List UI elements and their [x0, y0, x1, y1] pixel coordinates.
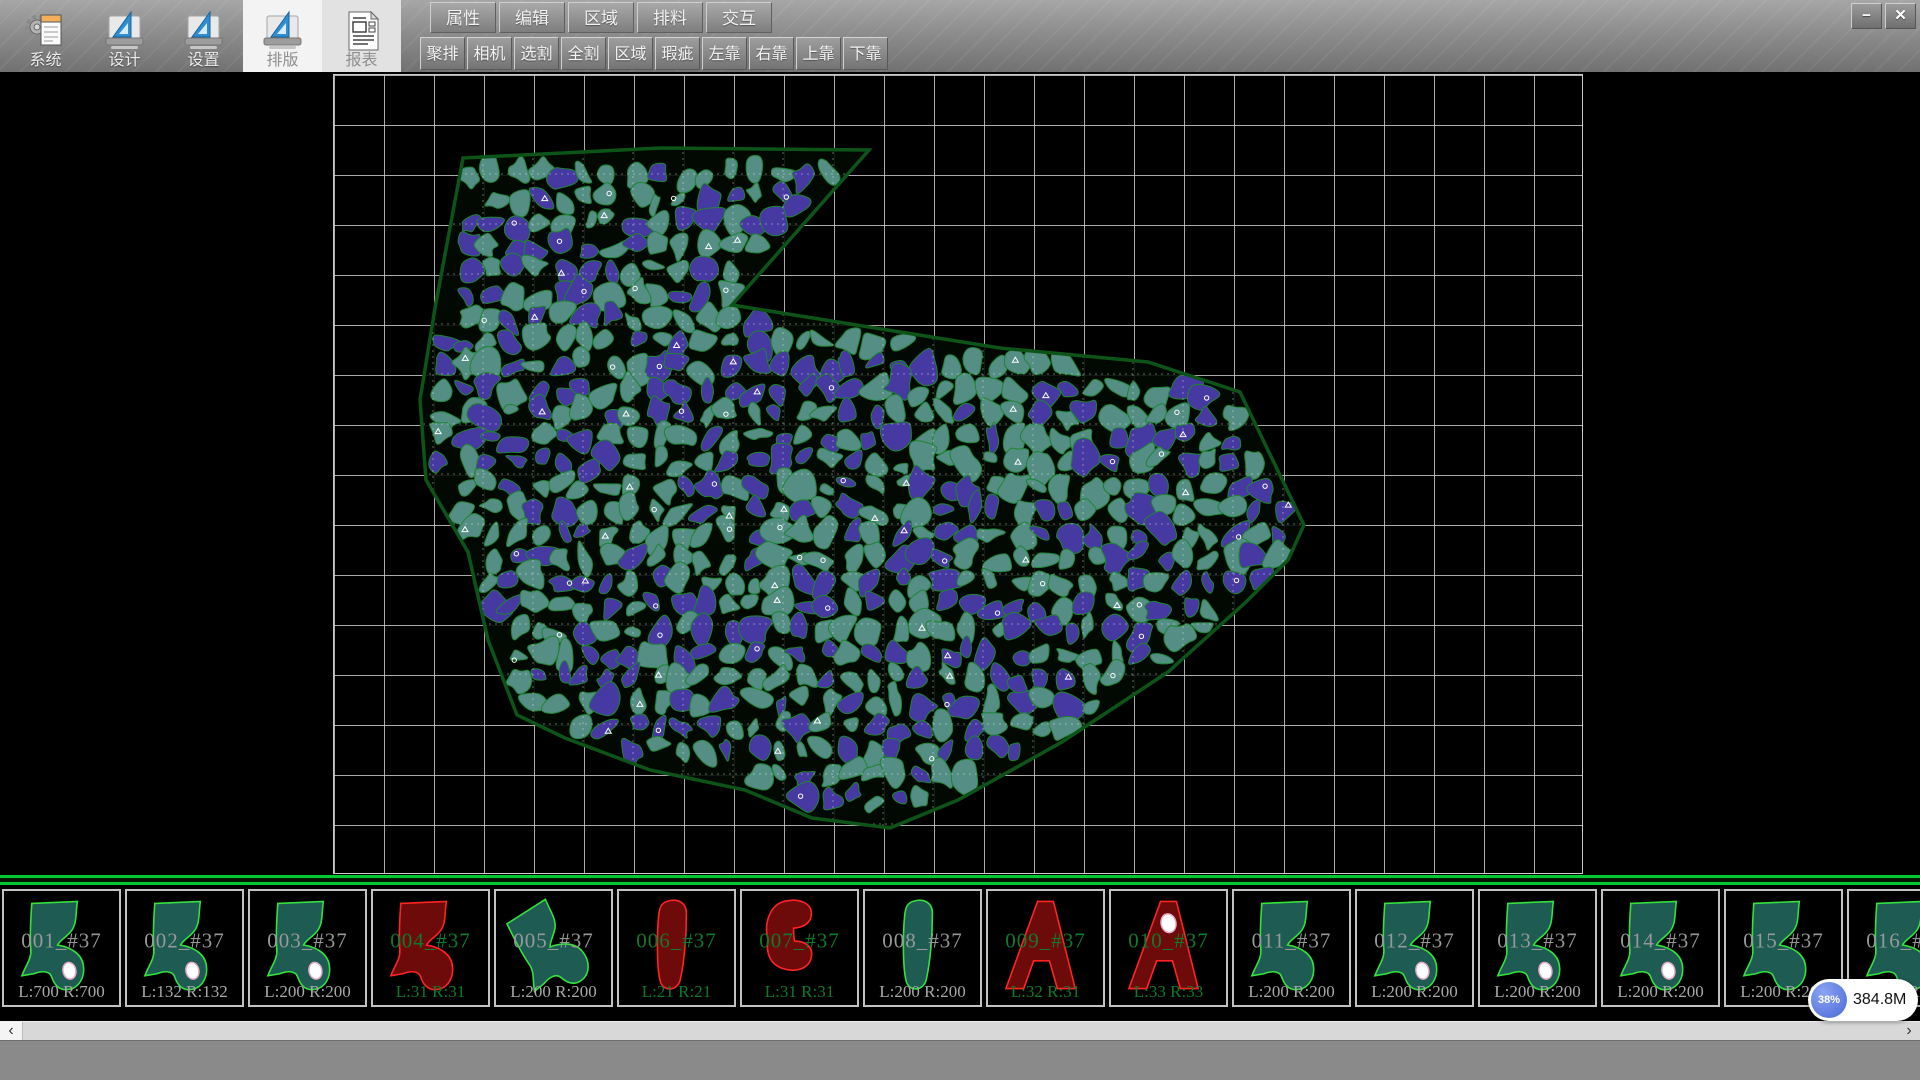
- tab-label: 排版: [266, 52, 298, 69]
- part-name: 012_#37: [1357, 929, 1472, 954]
- tab-report[interactable]: 报表: [322, 0, 401, 72]
- scroll-right-arrow-icon[interactable]: ›: [1898, 1022, 1920, 1041]
- part-lr-count: L:200 R:200: [865, 982, 980, 1002]
- menu-edit[interactable]: 编辑: [499, 2, 565, 33]
- part-lr-count: L:200 R:200: [1603, 982, 1718, 1002]
- settings-setsquare-icon: [181, 10, 227, 52]
- menu-properties[interactable]: 属性: [430, 2, 496, 33]
- part-name: 008_#37: [865, 929, 980, 954]
- strip-separator-line: [0, 882, 1920, 885]
- nesting-setsquare-icon: [260, 10, 306, 52]
- nesting-canvas[interactable]: [0, 72, 1920, 875]
- part-thumbnail[interactable]: 005_#37 L:200 R:200: [494, 889, 613, 1007]
- tab-label: 系统: [29, 52, 61, 69]
- part-lr-count: L:31 R:31: [742, 982, 857, 1002]
- part-thumbnail[interactable]: 008_#37 L:200 R:200: [863, 889, 982, 1007]
- system-gear-icon: [23, 10, 69, 52]
- part-thumbnail[interactable]: 013_#37 L:200 R:200: [1478, 889, 1597, 1007]
- part-name: 010_#37: [1111, 929, 1226, 954]
- part-name: 011_#37: [1234, 929, 1349, 954]
- part-lr-count: L:700 R:700: [4, 982, 119, 1002]
- part-lr-count: L:200 R:200: [1480, 982, 1595, 1002]
- part-name: 007_#37: [742, 929, 857, 954]
- part-thumbnail[interactable]: 007_#37 L:31 R:31: [740, 889, 859, 1007]
- tool-camera[interactable]: 相机: [467, 37, 512, 70]
- nested-hide-view[interactable]: [0, 72, 1920, 875]
- part-name: 006_#37: [619, 929, 734, 954]
- tab-nesting[interactable]: 排版: [243, 0, 322, 72]
- part-thumbnail[interactable]: 001_#37 L:700 R:700: [2, 889, 121, 1007]
- part-name: 015_#37: [1726, 929, 1841, 954]
- status-bar: [0, 1040, 1920, 1080]
- tool-cluster-nest[interactable]: 聚排: [420, 37, 465, 70]
- tool-snap-right[interactable]: 右靠: [749, 37, 794, 70]
- part-thumbnail[interactable]: 014_#37 L:200 R:200: [1601, 889, 1720, 1007]
- part-thumbnail[interactable]: 003_#37 L:200 R:200: [248, 889, 367, 1007]
- progress-badge: 38%: [1811, 982, 1847, 1018]
- tab-settings[interactable]: 设置: [164, 0, 243, 72]
- horizontal-scrollbar[interactable]: ‹ ›: [0, 1021, 1920, 1040]
- part-lr-count: L:32 R:31: [988, 982, 1103, 1002]
- close-button[interactable]: ✕: [1885, 3, 1916, 29]
- tab-label: 报表: [345, 52, 377, 69]
- tool-region[interactable]: 区域: [608, 37, 653, 70]
- application-window: 系统 设计 设置 排版 报表 属性编辑区域排料交互 聚排相机选割全割区域瑕疵左靠…: [0, 0, 1920, 1080]
- part-name: 014_#37: [1603, 929, 1718, 954]
- part-name: 001_#37: [4, 929, 119, 954]
- part-thumbnail[interactable]: 009_#37 L:32 R:31: [986, 889, 1105, 1007]
- part-lr-count: L:21 R:21: [619, 982, 734, 1002]
- part-name: 016_#37: [1849, 929, 1920, 954]
- minimize-button[interactable]: −: [1851, 3, 1882, 29]
- tab-design[interactable]: 设计: [85, 0, 164, 72]
- menu-interact[interactable]: 交互: [706, 2, 772, 33]
- part-thumbnail[interactable]: 012_#37 L:200 R:200: [1355, 889, 1474, 1007]
- part-thumbnail[interactable]: 010_#37 L:33 R:33: [1109, 889, 1228, 1007]
- part-lr-count: L:200 R:200: [1234, 982, 1349, 1002]
- menu-region[interactable]: 区域: [568, 2, 634, 33]
- part-name: 009_#37: [988, 929, 1103, 954]
- part-name: 013_#37: [1480, 929, 1595, 954]
- scroll-left-arrow-icon[interactable]: ‹: [0, 1022, 23, 1041]
- menu-bar: 属性编辑区域排料交互: [430, 2, 772, 33]
- part-name: 002_#37: [127, 929, 242, 954]
- memory-value: 384.8M: [1853, 991, 1906, 1009]
- part-name: 003_#37: [250, 929, 365, 954]
- part-lr-count: L:31 R:31: [373, 982, 488, 1002]
- tab-label: 设计: [108, 52, 140, 69]
- part-name: 004_#37: [373, 929, 488, 954]
- tab-system[interactable]: 系统: [6, 0, 85, 72]
- main-toolbar: 系统 设计 设置 排版 报表 属性编辑区域排料交互 聚排相机选割全割区域瑕疵左靠…: [0, 0, 1920, 72]
- design-setsquare-icon: [102, 10, 148, 52]
- part-lr-count: L:200 R:200: [496, 982, 611, 1002]
- tool-bar: 聚排相机选割全割区域瑕疵左靠右靠上靠下靠: [420, 37, 888, 70]
- memory-status-pill: 38% 384.8M: [1808, 979, 1918, 1021]
- part-name: 005_#37: [496, 929, 611, 954]
- part-lr-count: L:200 R:200: [250, 982, 365, 1002]
- window-controls: − ✕: [1851, 3, 1916, 29]
- part-thumbnail[interactable]: 004_#37 L:31 R:31: [371, 889, 490, 1007]
- tool-snap-top[interactable]: 上靠: [796, 37, 841, 70]
- part-lr-count: L:132 R:132: [127, 982, 242, 1002]
- part-lr-count: L:200 R:200: [1357, 982, 1472, 1002]
- tool-snap-left[interactable]: 左靠: [702, 37, 747, 70]
- menu-nesting[interactable]: 排料: [637, 2, 703, 33]
- part-thumbnail[interactable]: 002_#37 L:132 R:132: [125, 889, 244, 1007]
- part-thumbnail-list: 001_#37 L:700 R:700 002_#37 L:132 R:132 003_…: [0, 889, 1920, 1003]
- app-tabs: 系统 设计 设置 排版 报表: [6, 0, 401, 72]
- tool-defect[interactable]: 瑕疵: [655, 37, 700, 70]
- tool-snap-bottom[interactable]: 下靠: [843, 37, 888, 70]
- report-doc-icon: [339, 10, 385, 52]
- tool-cut-all[interactable]: 全割: [561, 37, 606, 70]
- parts-strip: 001_#37 L:700 R:700 002_#37 L:132 R:132 003_…: [0, 875, 1920, 1021]
- tool-select-cut[interactable]: 选割: [514, 37, 559, 70]
- part-thumbnail[interactable]: 006_#37 L:21 R:21: [617, 889, 736, 1007]
- part-thumbnail[interactable]: 011_#37 L:200 R:200: [1232, 889, 1351, 1007]
- tab-label: 设置: [187, 52, 219, 69]
- part-lr-count: L:33 R:33: [1111, 982, 1226, 1002]
